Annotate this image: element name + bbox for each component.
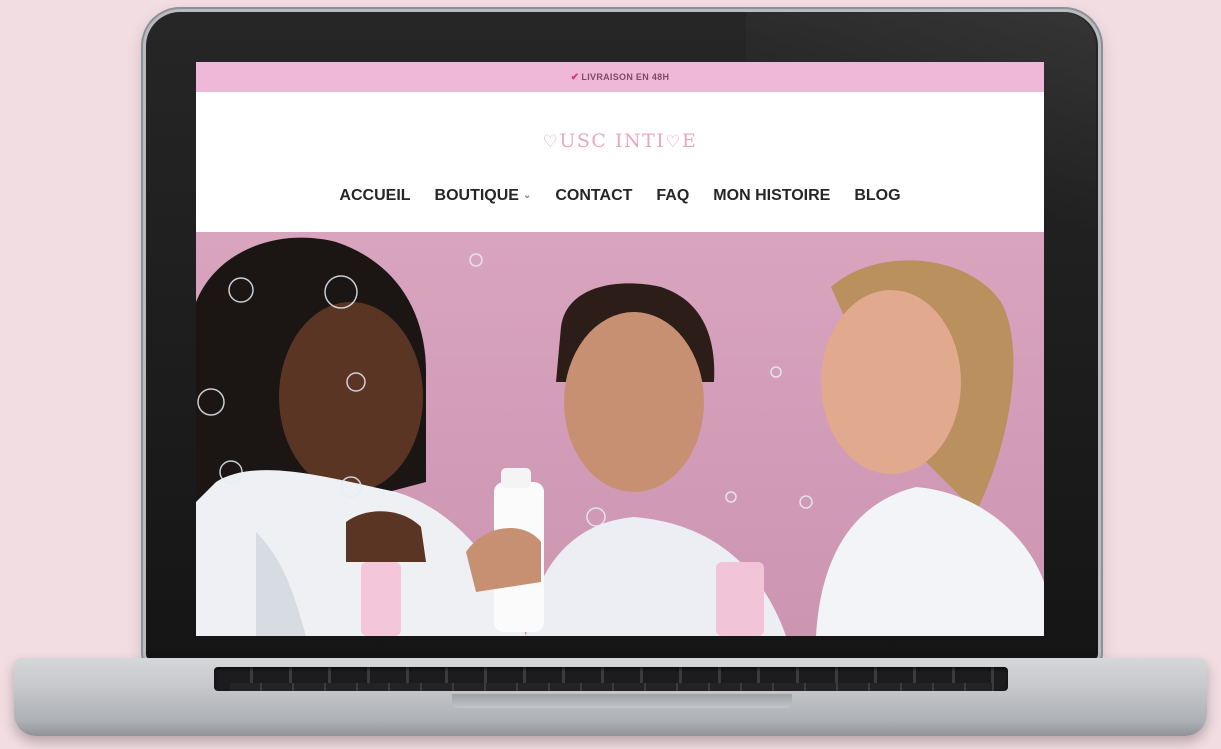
nav-item-mon-histoire[interactable]: MON HISTOIRE [713,187,830,205]
hero-illustration [196,237,1044,636]
website-screen: ✔ LIVRAISON EN 48H ♡USC INTI♡E ACCUEIL B… [196,62,1044,636]
nav-item-blog[interactable]: BLOG [854,187,900,205]
chevron-down-icon: ⌄ [522,190,532,201]
heart-icon: ♡ [665,132,683,152]
site-header: ♡USC INTI♡E ACCUEIL BOUTIQUE ⌄ CONTACT FA… [196,92,1044,232]
nav-item-boutique-label: BOUTIQUE [434,187,519,204]
heart-icon: ♡ [542,132,560,152]
nav-item-boutique[interactable]: BOUTIQUE ⌄ [435,187,532,205]
laptop-keyboard-row [230,683,992,691]
hero-banner[interactable] [196,232,1044,636]
main-nav: ACCUEIL BOUTIQUE ⌄ CONTACT FAQ MON HISTOI… [196,187,1044,205]
nav-item-accueil[interactable]: ACCUEIL [339,187,410,205]
brand-logo[interactable]: ♡USC INTI♡E [196,130,1044,152]
logo-text-end: E [682,130,698,152]
nav-item-contact[interactable]: CONTACT [555,187,632,205]
announcement-bar: ✔ LIVRAISON EN 48H [196,62,1044,92]
nav-item-faq[interactable]: FAQ [656,187,689,205]
person-middle [466,283,786,636]
logo-text-part: USC INTI [559,130,666,152]
laptop-hinge-notch [452,694,792,708]
person-right [816,260,1044,636]
check-icon: ✔ [570,71,580,83]
announcement-text: LIVRAISON EN 48H [581,72,670,82]
